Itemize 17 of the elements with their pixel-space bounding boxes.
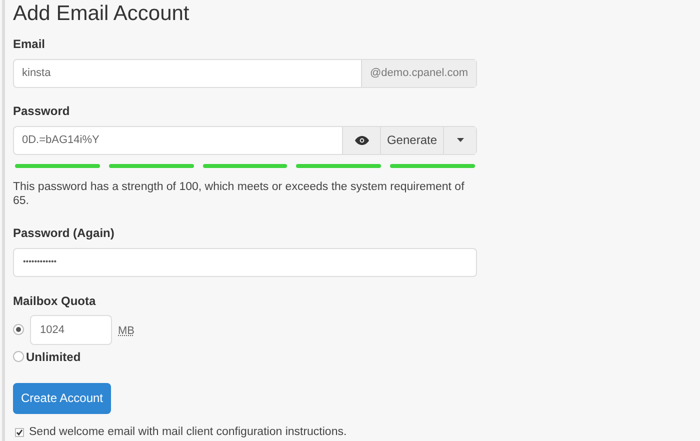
email-field[interactable]: kinsta @demo.cpanel.com (13, 59, 477, 88)
radio-label: Unlimited (26, 348, 81, 366)
strength-message: This password has a strength of 100, which meets or exceeds the system requirement of 65. (13, 180, 466, 208)
field-label: Email (13, 36, 46, 53)
radio-button[interactable] (13, 351, 24, 362)
field-label: Password (Again) (13, 224, 116, 242)
domain-addon: @demo.cpanel.com (361, 60, 476, 87)
unit-label: MB (118, 324, 134, 339)
page-title: Add Email Account (13, 1, 190, 27)
checkbox-label: Send welcome email with mail client configuration instructions. (29, 424, 347, 440)
checkbox[interactable] (15, 428, 24, 437)
password-again-field[interactable]: •••••••••••• (13, 248, 477, 277)
quota-field[interactable]: 1024 (30, 314, 112, 345)
field-label: Password (13, 102, 71, 120)
field-label: Mailbox Quota (13, 292, 97, 310)
radio-button[interactable] (13, 324, 24, 336)
create-account-button[interactable]: Create Account (13, 382, 111, 414)
